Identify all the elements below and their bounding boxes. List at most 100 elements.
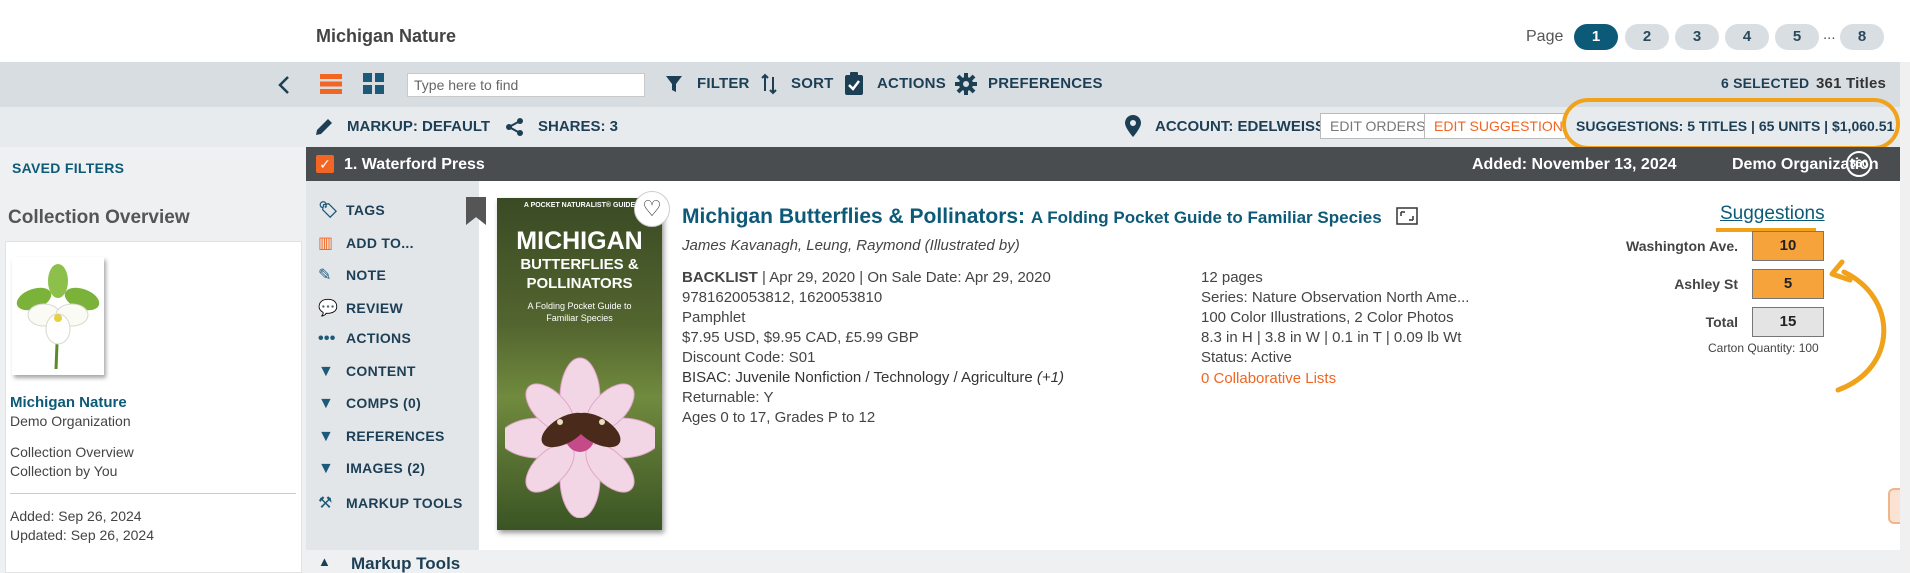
markup-tools-heading[interactable]: Markup Tools	[351, 554, 460, 573]
page-3-button[interactable]: 3	[1675, 24, 1719, 50]
expand-image-icon[interactable]	[1395, 207, 1418, 225]
book-cover[interactable]: A POCKET NATURALIST® GUIDE MICHIGAN BUTT…	[497, 198, 662, 530]
page-1-button[interactable]: 1	[1574, 24, 1618, 50]
discount-code: Discount Code: S01	[682, 349, 816, 366]
collection-added-date: Added: Sep 26, 2024	[10, 508, 142, 524]
markup-button[interactable]: MARKUP: DEFAULT	[347, 118, 490, 135]
shares-button[interactable]: SHARES: 3	[538, 118, 618, 135]
record-added-date: Added: November 13, 2024	[1472, 156, 1677, 173]
sort-icon[interactable]	[760, 73, 778, 95]
flower-butterfly-illustration	[505, 357, 655, 518]
page-title: Michigan Nature	[316, 26, 457, 46]
collection-thumbnail[interactable]	[12, 257, 104, 375]
location-pin-icon	[1125, 115, 1141, 137]
cover-title-3: POLLINATORS	[526, 275, 633, 292]
series[interactable]: Series: Nature Observation North Ame...	[1201, 289, 1469, 306]
page-8-button[interactable]: 8	[1840, 24, 1884, 50]
illustrations: 100 Color Illustrations, 2 Color Photos	[1201, 309, 1454, 326]
bisac-more[interactable]: (+1)	[1037, 369, 1064, 386]
suggestions-link[interactable]: Suggestions	[1720, 203, 1825, 225]
collection-overview-heading: Collection Overview	[8, 207, 190, 228]
favorite-heart-icon[interactable]: ♡	[634, 191, 670, 227]
curved-arrow-annotation	[1829, 259, 1887, 393]
actions-button[interactable]: ACTIONS	[877, 75, 946, 92]
record-title: 1. Waterford Press	[344, 156, 485, 173]
bisac: BISAC: Juvenile Nonfiction / Technology …	[682, 369, 1064, 386]
tools-icon: ⚒	[318, 495, 333, 512]
account-selector[interactable]: ACCOUNT: EDELWEISS	[1155, 118, 1325, 135]
share-icon[interactable]	[505, 117, 525, 137]
backlist-label: BACKLIST	[682, 269, 758, 286]
pencil-icon: ✎	[318, 267, 332, 284]
collection-owner-text: Collection by You	[10, 463, 118, 479]
tags-action[interactable]: 🏷 TAGS	[318, 200, 385, 220]
list-view-icon[interactable]	[320, 73, 342, 95]
record-checkbox[interactable]: ✓	[316, 155, 334, 173]
location-label-washington: Washington Ave.	[1626, 238, 1738, 254]
markup-tools-bar	[306, 550, 1900, 573]
cover-title-1: MICHIGAN	[516, 227, 643, 255]
ages: Ages 0 to 17, Grades P to 12	[682, 409, 876, 426]
pencil-icon[interactable]	[314, 117, 334, 137]
book-subtitle: A Folding Pocket Guide to Familiar Speci…	[1030, 208, 1382, 227]
page-2-button[interactable]: 2	[1625, 24, 1669, 50]
cover-title-2: BUTTERFLIES &	[520, 256, 639, 273]
clipboard-check-icon[interactable]	[844, 72, 864, 96]
total-label: Total	[1705, 314, 1738, 330]
gear-icon[interactable]	[955, 73, 977, 95]
actions-menu-action[interactable]: ••• ACTIONS	[318, 330, 411, 348]
triangle-down-icon: ▼	[318, 363, 335, 380]
collaborative-lists-link[interactable]: 0 Collaborative Lists	[1201, 370, 1336, 387]
publication-info: BACKLIST | Apr 29, 2020 | On Sale Date: …	[682, 269, 1051, 286]
triangle-down-icon: ▼	[318, 428, 335, 445]
edit-suggestions-button[interactable]: EDIT SUGGESTIONS	[1424, 113, 1566, 139]
selected-count: 6 SELECTED	[1721, 75, 1810, 91]
grid-view-icon[interactable]	[363, 73, 385, 95]
dimensions: 8.3 in H | 3.8 in W | 0.1 in T | 0.09 lb…	[1201, 329, 1462, 346]
references-section[interactable]: ▼ REFERENCES	[318, 428, 445, 446]
returnable: Returnable: Y	[682, 389, 774, 406]
collection-name-link[interactable]: Michigan Nature	[10, 394, 127, 411]
collection-updated-date: Updated: Sep 26, 2024	[10, 527, 155, 543]
quantity-input-washington[interactable]: 10	[1752, 231, 1824, 261]
total-quantity: 15	[1752, 307, 1824, 337]
page-count: 12 pages	[1201, 269, 1263, 286]
scrollbar[interactable]	[1900, 62, 1910, 573]
speech-bubble-icon: 💬	[318, 300, 339, 317]
sort-button[interactable]: SORT	[791, 75, 833, 92]
edit-orders-button[interactable]: EDIT ORDERS	[1320, 113, 1436, 139]
filter-button[interactable]: FILTER	[697, 75, 750, 92]
cover-subtitle: A Folding Pocket Guide to Familiar Speci…	[527, 301, 632, 323]
collapse-up-icon[interactable]: ▲	[318, 554, 331, 569]
format: Pamphlet	[682, 309, 746, 326]
top-header	[0, 0, 1910, 62]
comps-section[interactable]: ▼ COMPS (0)	[318, 395, 421, 413]
tag-icon: 🏷	[318, 202, 339, 219]
carton-quantity: Carton Quantity: 100	[1708, 341, 1819, 355]
preferences-button[interactable]: PREFERENCES	[988, 75, 1103, 92]
page-4-button[interactable]: 4	[1725, 24, 1769, 50]
content-section[interactable]: ▼ CONTENT	[318, 363, 416, 381]
view-360-icon[interactable]: 360	[1846, 151, 1872, 177]
add-to-action[interactable]: ▥ ADD TO...	[318, 233, 414, 253]
review-action[interactable]: 💬 REVIEW	[318, 298, 403, 318]
images-section[interactable]: ▼ IMAGES (2)	[318, 460, 425, 478]
book-title-main: Michigan Butterflies & Pollinators:	[682, 205, 1026, 228]
page-5-button[interactable]: 5	[1775, 24, 1819, 50]
collection-overview-text: Collection Overview	[10, 444, 134, 460]
saved-filters-link[interactable]: SAVED FILTERS	[12, 160, 124, 176]
markup-tools-action[interactable]: ⚒ MARKUP TOOLS	[318, 493, 463, 513]
book-title-link[interactable]: Michigan Butterflies & Pollinators: A Fo…	[682, 205, 1418, 229]
note-action[interactable]: ✎ NOTE	[318, 265, 386, 285]
search-input[interactable]	[407, 73, 645, 97]
books-icon: ▥	[318, 235, 334, 252]
book-authors: James Kavanagh, Leung, Raymond (Illustra…	[682, 237, 1020, 254]
quantity-input-ashley[interactable]: 5	[1752, 269, 1824, 299]
title-count: 361 Titles	[1816, 75, 1887, 92]
status: Status: Active	[1201, 349, 1292, 366]
highlight-oval	[1562, 98, 1900, 150]
chevron-left-icon[interactable]	[274, 74, 294, 96]
filter-icon[interactable]	[665, 75, 683, 93]
bisac-text: BISAC: Juvenile Nonfiction / Technology …	[682, 369, 1033, 386]
trillium-flower-icon	[16, 264, 100, 370]
